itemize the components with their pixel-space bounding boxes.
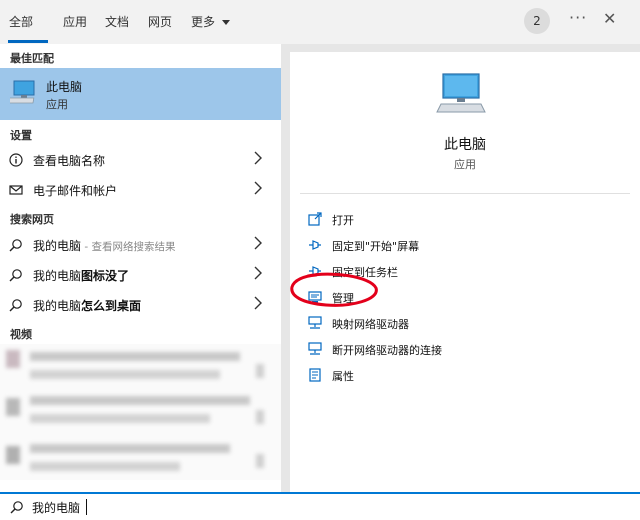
video-title-blur [30, 462, 180, 471]
action-disconnect-network-drive[interactable]: 断开网络驱动器的连接 [300, 337, 620, 361]
chevron-right-icon[interactable] [254, 266, 262, 280]
settings-item-view-pc-name[interactable]: 查看电脑名称 [0, 146, 281, 174]
pin-icon [309, 240, 321, 250]
best-match-subtitle: 应用 [46, 98, 68, 111]
action-properties[interactable]: 属性 [300, 363, 620, 387]
chevron-right-icon[interactable] [254, 236, 262, 250]
chevron-right-icon[interactable] [254, 151, 262, 165]
network-drive-icon [308, 316, 322, 329]
web-result-bold-suffix: 怎么到桌面 [81, 299, 142, 313]
settings-item-email-accounts[interactable]: 电子邮件和帐户 [0, 176, 281, 204]
search-icon [10, 501, 23, 514]
open-icon [308, 212, 322, 226]
search-icon [9, 239, 22, 252]
settings-item-label: 电子邮件和帐户 [33, 184, 118, 198]
detail-title: 此电脑 [444, 137, 486, 153]
section-best-match: 最佳匹配 [10, 52, 54, 65]
video-title-blur [30, 444, 230, 453]
video-title-blur [30, 352, 240, 361]
action-label: 断开网络驱动器的连接 [332, 344, 442, 357]
close-button[interactable]: ✕ [603, 9, 616, 28]
active-tab-indicator [8, 40, 48, 43]
video-thumbnail[interactable] [6, 350, 20, 368]
video-thumbnail[interactable] [6, 446, 20, 464]
more-options-button[interactable]: ··· [569, 8, 587, 27]
web-result-my-computer[interactable]: 我的电脑 - 查看网络搜索结果 [0, 231, 281, 259]
tab-web[interactable]: 网页 [148, 13, 172, 30]
best-match-title: 此电脑 [46, 80, 83, 94]
tab-documents[interactable]: 文档 [105, 13, 129, 30]
detail-subtitle: 应用 [454, 158, 476, 171]
chevron-right-icon[interactable] [254, 181, 262, 195]
web-result-label: 我的电脑 - 查看网络搜索结果 [33, 237, 175, 254]
section-settings: 设置 [10, 129, 32, 142]
web-result-label: 我的电脑图标没了 [33, 269, 130, 283]
red-annotation-circle [290, 272, 378, 307]
web-result-query: 我的电脑 [33, 239, 82, 253]
chevron-blur [256, 364, 264, 378]
pc-monitor-icon [10, 80, 35, 104]
rewards-badge-button[interactable]: 2 [524, 8, 550, 34]
video-title-blur [30, 370, 220, 379]
video-title-blur [30, 414, 210, 423]
mail-icon [9, 185, 23, 195]
top-tab-bar: 全部 应用 文档 网页 更多 2 ··· ✕ [0, 0, 640, 44]
detail-divider [300, 193, 630, 194]
best-match-item[interactable]: 此电脑 应用 [0, 68, 281, 120]
search-icon [9, 299, 22, 312]
web-result-to-desktop[interactable]: 我的电脑怎么到桌面 [0, 291, 281, 319]
tab-more-label: 更多 [191, 15, 216, 29]
network-drive-icon [308, 342, 322, 355]
chevron-right-icon[interactable] [254, 296, 262, 310]
web-result-label: 我的电脑怎么到桌面 [33, 299, 142, 313]
search-input[interactable]: 我的电脑 [32, 499, 80, 516]
video-results-blurred [0, 344, 281, 480]
section-video: 视频 [10, 328, 32, 341]
tab-apps[interactable]: 应用 [63, 13, 87, 30]
web-result-icon-missing[interactable]: 我的电脑图标没了 [0, 261, 281, 289]
search-bar[interactable]: 我的电脑 [0, 492, 640, 520]
action-pin-start[interactable]: 固定到"开始"屏幕 [300, 233, 620, 257]
search-icon [9, 269, 22, 282]
action-map-network-drive[interactable]: 映射网络驱动器 [300, 311, 620, 335]
tab-more[interactable]: 更多 [191, 13, 230, 30]
chevron-blur [256, 410, 264, 424]
web-result-hint: - 查看网络搜索结果 [81, 241, 176, 253]
section-search-web: 搜索网页 [10, 213, 54, 226]
action-label: 固定到"开始"屏幕 [332, 240, 420, 253]
info-icon [9, 153, 23, 167]
video-title-blur [30, 396, 250, 405]
pc-monitor-icon [436, 73, 486, 113]
action-open[interactable]: 打开 [300, 207, 620, 231]
properties-icon [309, 368, 321, 382]
chevron-blur [256, 454, 264, 468]
settings-item-label: 查看电脑名称 [33, 154, 106, 168]
text-caret [86, 499, 87, 515]
tab-all[interactable]: 全部 [9, 13, 33, 30]
chevron-down-icon [221, 19, 230, 25]
action-label: 映射网络驱动器 [332, 318, 409, 331]
web-result-bold-suffix: 图标没了 [81, 269, 130, 283]
video-thumbnail[interactable] [6, 398, 20, 416]
action-label: 打开 [332, 214, 354, 227]
action-label: 属性 [332, 370, 354, 383]
